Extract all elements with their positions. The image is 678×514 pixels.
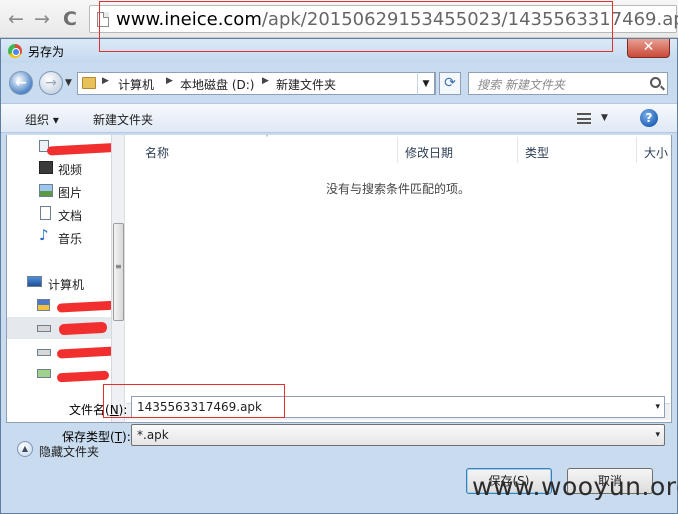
sort-ascending-icon: ˄ [265, 134, 269, 143]
filename-label: 文件名(N): [69, 403, 128, 417]
column-header-size[interactable]: 大小 [644, 144, 668, 161]
chrome-icon [8, 44, 22, 58]
navigation-pane: 视频 图片 文档 ♪ 音乐 计算机 ≡ [6, 135, 124, 423]
filetype-select[interactable]: *.apk ▾ [131, 424, 665, 446]
windows-drive-icon [37, 299, 50, 311]
column-header-type[interactable]: 类型 [525, 144, 549, 161]
refresh-icon[interactable]: ⟳ [439, 72, 461, 95]
breadcrumb[interactable]: ▶ 计算机 ▶ 本地磁盘 (D:) ▶ 新建文件夹 [77, 72, 436, 95]
chevron-right-icon[interactable]: ▶ [262, 76, 269, 86]
filename-value: 1435563317469.apk [137, 400, 262, 414]
nav-item-documents[interactable]: 文档 [7, 203, 111, 225]
video-library-icon [39, 161, 53, 174]
folder-icon [82, 77, 96, 89]
nav-item-redacted[interactable] [7, 137, 124, 159]
nav-item-pictures[interactable]: 图片 [7, 180, 111, 202]
empty-folder-message: 没有与搜索条件匹配的项。 [325, 182, 470, 196]
back-button[interactable]: ← [9, 71, 33, 95]
filename-field[interactable]: 1435563317469.apk ▾ [131, 396, 665, 418]
column-divider[interactable] [636, 137, 637, 163]
scroll-grip-icon: ≡ [115, 262, 122, 271]
navigation-scrollbar[interactable]: ≡ [111, 135, 124, 422]
nav-item-label: 视频 [58, 163, 83, 177]
redaction-mark [56, 346, 118, 359]
view-dropdown-icon[interactable]: ▼ [601, 113, 608, 123]
column-divider[interactable] [517, 137, 518, 163]
watermark-text: www.wooyun.org [472, 472, 678, 501]
url-path: /apk/20150629153455023/1435563317469.apk [261, 9, 678, 30]
address-row: ← → ▼ ▶ 计算机 ▶ 本地磁盘 (D:) ▶ 新建文件夹 ▼ ⟳ 搜索 新… [1, 65, 677, 101]
search-placeholder: 搜索 新建文件夹 [477, 78, 565, 92]
nav-item-music[interactable]: ♪ 音乐 [7, 226, 111, 248]
breadcrumb-item-drive-d[interactable]: 本地磁盘 (D:) [180, 76, 254, 93]
chevron-down-icon[interactable]: ▾ [655, 430, 660, 440]
nav-item-computer[interactable]: 计算机 [7, 272, 111, 294]
recent-locations-arrow-icon[interactable]: ▼ [65, 78, 72, 88]
redaction-mark [56, 370, 110, 383]
breadcrumb-item-new-folder[interactable]: 新建文件夹 [276, 76, 336, 93]
chevron-right-icon[interactable]: ▶ [166, 76, 173, 86]
hide-folders-label[interactable]: 隐藏文件夹 [39, 443, 99, 460]
drive-icon [37, 349, 51, 356]
save-as-dialog: 另存为 ✕ ← → ▼ ▶ 计算机 ▶ 本地磁盘 (D:) ▶ 新建文件夹 ▼ … [0, 38, 678, 514]
url-host: www.ineice.com [116, 9, 262, 30]
command-bar: 组织 ▾ 新建文件夹 ▼ ? [1, 103, 677, 133]
forward-button[interactable]: → [39, 71, 63, 95]
help-icon[interactable]: ? [640, 109, 658, 127]
hide-folders-icon[interactable]: ▲ [17, 441, 33, 457]
filetype-value: *.apk [137, 428, 169, 442]
nav-item-label: 音乐 [58, 232, 83, 246]
nav-item-label: 文档 [58, 209, 83, 223]
column-divider[interactable] [397, 137, 398, 163]
nav-item-drive-redacted[interactable] [7, 341, 118, 363]
chevron-right-icon[interactable]: ▶ [102, 76, 109, 86]
nav-item-network-drive-redacted[interactable] [7, 364, 111, 386]
nav-item-videos[interactable]: 视频 [7, 157, 111, 179]
browser-toolbar: ← → C www.ineice.com/apk/201506291534550… [0, 0, 678, 38]
file-list: ˄ 名称 修改日期 类型 大小 没有与搜索条件匹配的项。 ◂ ⦀ ▸ [124, 134, 672, 423]
address-bar[interactable]: www.ineice.com/apk/20150629153455023/143… [89, 5, 678, 33]
breadcrumb-item-computer[interactable]: 计算机 [118, 76, 154, 93]
breadcrumb-dropdown-icon[interactable]: ▼ [417, 72, 435, 95]
page-icon [97, 12, 109, 27]
view-options-icon[interactable] [577, 113, 591, 124]
dialog-title-bar: 另存为 ✕ [1, 39, 677, 63]
nav-item-label: 计算机 [48, 278, 85, 292]
new-folder-button[interactable]: 新建文件夹 [93, 111, 153, 128]
reload-icon[interactable]: C [60, 9, 80, 29]
nav-item-drive-redacted[interactable] [7, 295, 122, 317]
dialog-title: 另存为 [28, 45, 65, 59]
search-input[interactable]: 搜索 新建文件夹 [468, 72, 668, 95]
close-button[interactable]: ✕ [627, 39, 670, 58]
chevron-down-icon[interactable]: ▾ [655, 402, 660, 412]
nav-item-label: 图片 [58, 186, 83, 200]
computer-icon [27, 276, 42, 287]
search-icon[interactable] [650, 77, 661, 88]
back-arrow-icon[interactable]: ← [6, 9, 26, 29]
redaction-mark [58, 321, 108, 336]
forward-arrow-icon[interactable]: → [32, 9, 52, 29]
scrollbar-thumb[interactable]: ≡ [113, 223, 124, 321]
column-header-date[interactable]: 修改日期 [405, 144, 453, 161]
drive-icon [37, 325, 51, 332]
nav-item-drive-redacted[interactable] [7, 317, 111, 339]
url-text: www.ineice.com/apk/20150629153455023/143… [116, 9, 678, 31]
pictures-library-icon [39, 184, 53, 197]
network-drive-icon [37, 369, 51, 378]
documents-library-icon [40, 206, 51, 220]
column-header-name[interactable]: 名称 [145, 144, 169, 161]
music-library-icon: ♪ [39, 226, 49, 244]
organize-menu-button[interactable]: 组织 ▾ [25, 111, 59, 128]
